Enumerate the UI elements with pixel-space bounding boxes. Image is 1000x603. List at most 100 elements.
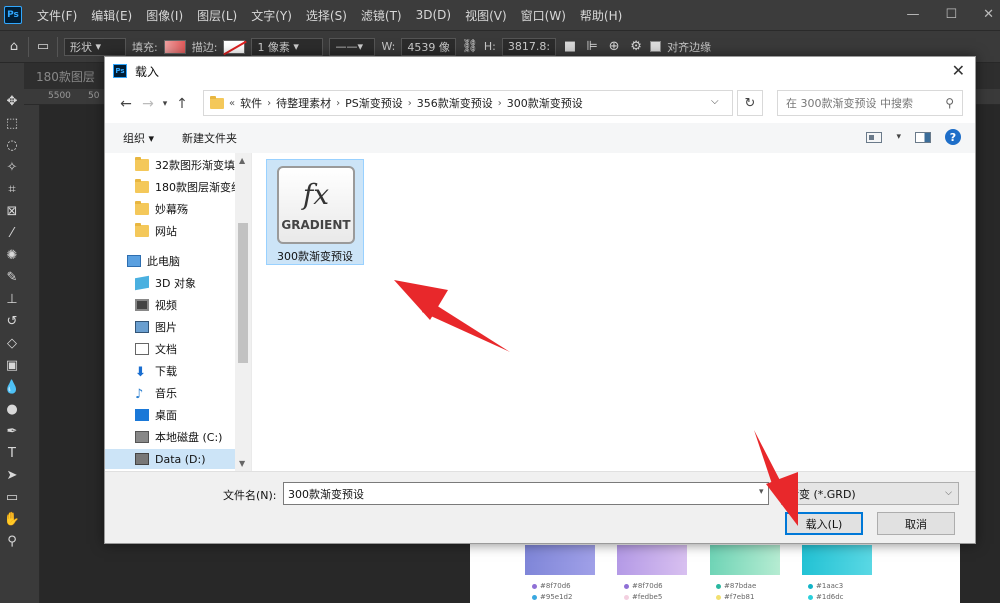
height-field[interactable]: 3817.8: — [501, 37, 557, 56]
shape-mode-select[interactable]: 形状 ▾ — [64, 37, 126, 56]
nav-item-pictures[interactable]: 图片 — [135, 317, 177, 337]
chevron-down-icon[interactable]: ▾ — [896, 132, 901, 142]
nav-item-downloads[interactable]: ⬇ 下载 — [135, 361, 177, 381]
new-folder-button[interactable]: 新建文件夹 — [182, 130, 237, 146]
filename-input[interactable]: 300款渐变预设 — [283, 482, 769, 505]
history-brush-tool-icon[interactable]: ↺ — [4, 313, 20, 329]
chevron-right-icon[interactable]: › — [336, 98, 340, 109]
path-selection-tool-icon[interactable]: ➤ — [4, 467, 20, 483]
chevron-down-icon[interactable]: ▾ — [759, 487, 764, 497]
stroke-width-field[interactable]: 1 像素 ▾ — [251, 37, 324, 56]
scroll-down-icon[interactable]: ▼ — [239, 459, 245, 468]
nav-item-folder[interactable]: 180款图层渐变组 — [135, 177, 242, 197]
gear-icon[interactable]: ⚙ — [628, 39, 644, 55]
address-bar[interactable]: « 软件 › 待整理素材 › PS渐变预设 › 356款渐变预设 › 300款渐… — [203, 90, 733, 116]
crop-tool-icon[interactable]: ⌗ — [4, 181, 20, 197]
breadcrumb-item[interactable]: 356款渐变预设 — [417, 95, 493, 111]
eraser-tool-icon[interactable]: ◇ — [4, 335, 20, 351]
marquee-tool-icon[interactable]: ⬚ — [4, 115, 20, 131]
breadcrumb-item[interactable]: PS渐变预设 — [345, 95, 403, 111]
brush-tool-icon[interactable]: ✎ — [4, 269, 20, 285]
view-mode-icon[interactable] — [866, 131, 883, 143]
home-icon[interactable]: ⌂ — [6, 39, 22, 55]
back-arrow-icon[interactable]: ← — [115, 96, 137, 112]
nav-item-3d-objects[interactable]: 3D 对象 — [135, 273, 196, 293]
nav-item-videos[interactable]: 视频 — [135, 295, 177, 315]
healing-brush-tool-icon[interactable]: ✺ — [4, 247, 20, 263]
menu-help[interactable]: 帮助(H) — [573, 7, 629, 24]
frame-tool-icon[interactable]: ⊠ — [4, 203, 20, 219]
navigation-scrollbar[interactable]: ▲ ▼ — [235, 153, 251, 471]
breadcrumb-item[interactable]: 软件 — [240, 95, 262, 111]
shape-tool-preset-icon[interactable]: ▭ — [35, 39, 51, 55]
magic-wand-tool-icon[interactable]: ✧ — [4, 159, 20, 175]
link-icon[interactable]: ⛓ — [462, 39, 479, 55]
rectangle-tool-icon[interactable]: ▭ — [4, 489, 20, 505]
breadcrumb-item[interactable]: 300款渐变预设 — [507, 95, 583, 111]
path-alignment-icon[interactable]: ⊫ — [584, 39, 600, 55]
scrollbar-thumb[interactable] — [238, 223, 248, 363]
nav-item-desktop[interactable]: 桌面 — [135, 405, 177, 425]
menu-view[interactable]: 视图(V) — [458, 7, 514, 24]
recent-locations-icon[interactable]: ▾ — [159, 99, 171, 109]
hand-tool-icon[interactable]: ✋ — [4, 511, 20, 527]
menu-window[interactable]: 窗口(W) — [514, 7, 573, 24]
eyedropper-tool-icon[interactable]: ⁄ — [4, 225, 20, 241]
menu-filter[interactable]: 滤镜(T) — [354, 7, 409, 24]
nav-item-drive-c[interactable]: 本地磁盘 (C:) — [135, 427, 222, 447]
refresh-icon[interactable]: ↻ — [737, 90, 763, 116]
nav-item-documents[interactable]: 文档 — [135, 339, 177, 359]
blur-tool-icon[interactable]: 💧 — [4, 379, 20, 395]
path-arrangement-icon[interactable]: ⊕ — [606, 39, 622, 55]
load-button[interactable]: 载入(L) — [785, 512, 863, 535]
search-input[interactable]: 在 300款渐变预设 中搜索 ⚲ — [777, 90, 963, 116]
align-edges-checkbox[interactable] — [650, 41, 662, 52]
menu-select[interactable]: 选择(S) — [299, 7, 354, 24]
up-arrow-icon[interactable]: ↑ — [171, 96, 193, 112]
chevron-right-icon[interactable]: › — [498, 98, 502, 109]
chevron-right-icon[interactable]: › — [408, 98, 412, 109]
organize-button[interactable]: 组织 ▾ — [123, 130, 154, 146]
dodge-tool-icon[interactable]: ● — [4, 401, 20, 417]
clone-stamp-tool-icon[interactable]: ⊥ — [4, 291, 20, 307]
menu-type[interactable]: 文字(Y) — [244, 7, 299, 24]
type-tool-icon[interactable]: T — [4, 445, 20, 461]
nav-item-music[interactable]: ♪ 音乐 — [135, 383, 177, 403]
scroll-up-icon[interactable]: ▲ — [239, 156, 245, 165]
chevron-down-icon[interactable]: ⌵ — [711, 96, 719, 107]
breadcrumb-overflow[interactable]: « — [229, 98, 235, 109]
zoom-tool-icon[interactable]: ⚲ — [4, 533, 20, 549]
forward-arrow-icon[interactable]: → — [137, 96, 159, 112]
cancel-button[interactable]: 取消 — [877, 512, 955, 535]
nav-item-folder[interactable]: 妙幕殇 — [135, 199, 188, 219]
breadcrumb-item[interactable]: 待整理素材 — [276, 95, 331, 111]
stroke-swatch[interactable] — [223, 39, 246, 54]
path-operations-icon[interactable]: ■ — [562, 39, 578, 55]
nav-item-this-pc[interactable]: 此电脑 — [127, 251, 180, 271]
menu-edit[interactable]: 编辑(E) — [84, 7, 139, 24]
filetype-select[interactable]: 渐变 (*.GRD) ⌵ — [781, 482, 959, 505]
nav-item-drive-d[interactable]: Data (D:) — [105, 449, 235, 469]
pen-tool-icon[interactable]: ✒ — [4, 423, 20, 439]
gradient-tool-icon[interactable]: ▣ — [4, 357, 20, 373]
nav-item-folder[interactable]: 32款图形渐变填 — [135, 155, 235, 175]
menu-layer[interactable]: 图层(L) — [190, 7, 244, 24]
stroke-style-select[interactable]: ——▾ — [329, 37, 376, 56]
fill-swatch[interactable] — [163, 39, 186, 54]
width-field[interactable]: 4539 像 — [401, 37, 456, 56]
menu-file[interactable]: 文件(F) — [30, 7, 84, 24]
document-tab[interactable]: 180款图层 — [24, 68, 107, 85]
lasso-tool-icon[interactable]: ◌ — [4, 137, 20, 153]
close-icon[interactable]: ✕ — [952, 61, 965, 80]
close-window-icon[interactable]: ✕ — [983, 7, 994, 22]
move-tool-icon[interactable]: ✥ — [4, 93, 20, 109]
chevron-right-icon[interactable]: › — [267, 98, 271, 109]
minimize-icon[interactable]: — — [906, 7, 919, 22]
help-icon[interactable]: ? — [945, 129, 961, 145]
menu-image[interactable]: 图像(I) — [139, 7, 190, 24]
maximize-icon[interactable]: ☐ — [945, 7, 957, 22]
file-item-grd[interactable]: fx GRADIENT 300款渐变预设 — [266, 159, 364, 265]
nav-item-folder[interactable]: 网站 — [135, 221, 177, 241]
preview-pane-icon[interactable] — [915, 131, 931, 143]
menu-3d[interactable]: 3D(D) — [409, 8, 458, 22]
